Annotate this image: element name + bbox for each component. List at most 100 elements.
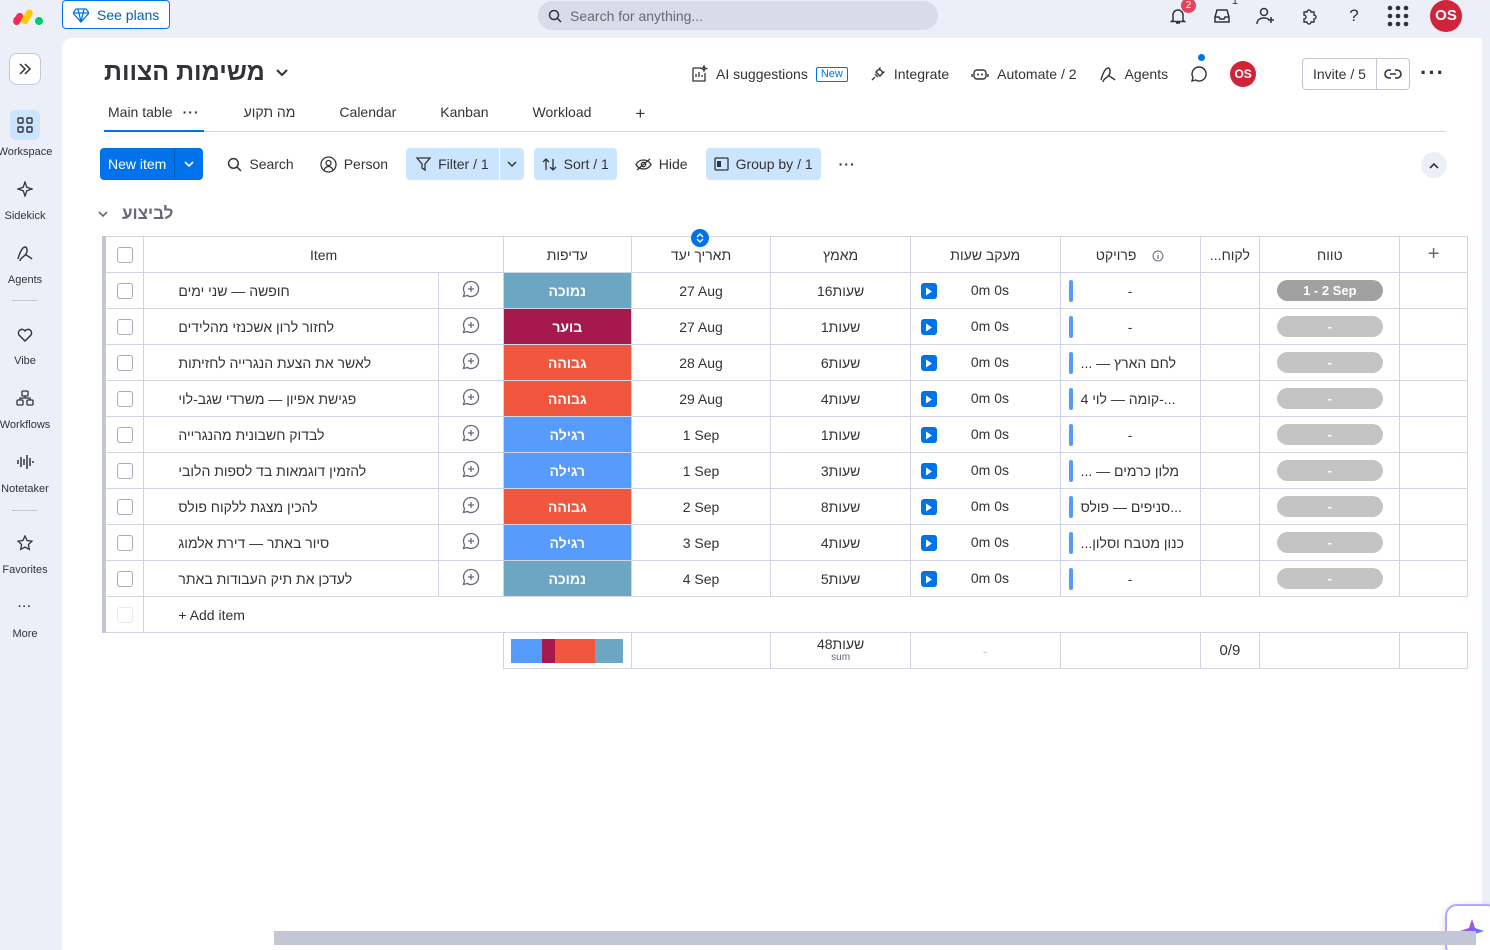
sort-indicator-icon[interactable] — [691, 229, 709, 247]
effort-cell[interactable]: 5שעות — [770, 560, 911, 597]
invite-members-icon[interactable] — [1254, 4, 1278, 28]
client-cell[interactable] — [1199, 488, 1261, 525]
table-row[interactable]: חופשה — שני ימים נמוכה 27 Aug 16שעות 0m 0s - 1… — [102, 272, 1468, 309]
due-date-cell[interactable]: 2 Sep — [630, 488, 772, 525]
client-cell[interactable] — [1199, 560, 1261, 597]
item-name-cell[interactable]: לבדוק חשבונית מהנגרייה — [143, 416, 440, 453]
time-tracking-cell[interactable]: 0m 0s — [909, 488, 1061, 525]
time-tracking-cell[interactable]: 0m 0s — [909, 560, 1061, 597]
tab-options-icon[interactable]: ··· — [183, 104, 200, 120]
priority-cell[interactable]: נמוכה — [502, 272, 632, 309]
row-checkbox[interactable] — [116, 355, 133, 372]
project-cell[interactable]: 4 קומה — לוי-... — [1059, 380, 1201, 417]
apps-puzzle-icon[interactable] — [1298, 4, 1322, 28]
sidebar-item-workflows[interactable]: Workflows — [0, 383, 50, 431]
item-name-cell[interactable]: סיור באתר — דירת אלמוג — [143, 524, 440, 561]
due-date-cell[interactable]: 4 Sep — [630, 560, 772, 597]
add-update-cell[interactable] — [438, 524, 504, 561]
info-icon[interactable] — [1152, 250, 1164, 262]
due-date-cell[interactable]: 1 Sep — [630, 452, 772, 489]
project-cell[interactable]: סניפים — פולס... — [1059, 488, 1201, 525]
effort-cell[interactable]: 1שעות — [770, 308, 911, 345]
due-date-cell[interactable]: 3 Sep — [630, 524, 772, 561]
priority-cell[interactable]: רגילה — [502, 524, 632, 561]
row-checkbox[interactable] — [116, 283, 133, 300]
group-by-button[interactable]: Group by / 1 — [705, 148, 821, 180]
play-icon[interactable] — [920, 535, 937, 552]
column-header-effort[interactable]: מאמץ — [770, 236, 911, 273]
filter-button[interactable]: Filter / 1 — [406, 148, 500, 180]
column-header-priority[interactable]: עדיפות — [502, 236, 632, 273]
effort-cell[interactable]: 8שעות — [770, 488, 911, 525]
tab-workload[interactable]: Workload — [529, 104, 596, 132]
project-cell[interactable]: ... — לחם הארץ — [1059, 344, 1201, 381]
new-item-button[interactable]: New item — [100, 148, 176, 180]
see-plans-button[interactable]: See plans — [62, 0, 171, 29]
invite-button[interactable]: Invite / 5 — [1303, 59, 1377, 89]
client-cell[interactable] — [1199, 272, 1261, 309]
table-row[interactable]: סיור באתר — דירת אלמוג רגילה 3 Sep 4שעות 0m … — [102, 524, 1468, 561]
project-cell[interactable]: - — [1059, 560, 1201, 597]
tab-kanban[interactable]: Kanban — [436, 104, 492, 132]
play-icon[interactable] — [920, 391, 937, 408]
due-date-cell[interactable]: 28 Aug — [630, 344, 772, 381]
copy-link-button[interactable] — [1377, 59, 1409, 89]
select-all-checkbox[interactable] — [116, 247, 133, 264]
table-row[interactable]: לאשר את הצעת הנגרייה לחזיתות גבוהה 28 Aug 6… — [102, 344, 1468, 381]
board-member-avatar[interactable]: OS — [1230, 61, 1257, 87]
range-cell[interactable]: - — [1259, 344, 1401, 381]
expand-sidebar-button[interactable] — [9, 53, 41, 85]
tab-calendar[interactable]: Calendar — [335, 104, 400, 132]
range-cell[interactable]: - — [1259, 452, 1401, 489]
priority-cell[interactable]: נמוכה — [502, 560, 632, 597]
sidebar-item-sidekick[interactable]: Sidekick — [0, 174, 50, 222]
priority-cell[interactable]: גבוהה — [502, 380, 632, 417]
item-name-cell[interactable]: לחזור לרון אשכנזי מהלידים — [143, 308, 440, 345]
item-name-cell[interactable]: פגישת אפיון — משרדי שגב-לוי — [143, 380, 440, 417]
item-name-cell[interactable]: להכין מצגת ללקוח פולס — [143, 488, 440, 525]
item-name-cell[interactable]: להזמין דוגמאות בד לספות הלובי — [143, 452, 440, 489]
time-tracking-cell[interactable]: 0m 0s — [909, 308, 1061, 345]
add-update-cell[interactable] — [438, 416, 504, 453]
priority-cell[interactable]: רגילה — [502, 416, 632, 453]
priority-cell[interactable]: רגילה — [502, 452, 632, 489]
add-update-cell[interactable] — [438, 488, 504, 525]
toolbar-more-icon[interactable]: ··· — [831, 148, 864, 180]
project-cell[interactable]: - — [1059, 308, 1201, 345]
horizontal-scrollbar[interactable] — [274, 931, 1476, 945]
range-cell[interactable]: - — [1259, 488, 1401, 525]
sidebar-item-favorites[interactable]: Favorites — [0, 528, 50, 576]
client-cell[interactable] — [1199, 452, 1261, 489]
play-icon[interactable] — [920, 427, 937, 444]
client-cell[interactable] — [1199, 308, 1261, 345]
play-icon[interactable] — [920, 283, 937, 300]
add-item-input[interactable]: + Add item — [143, 596, 1468, 633]
effort-cell[interactable]: 1שעות — [770, 416, 911, 453]
sidebar-item-vibe[interactable]: Vibe — [0, 319, 50, 367]
tab-stuck[interactable]: מה תקוע — [240, 104, 300, 132]
play-icon[interactable] — [920, 571, 937, 588]
priority-cell[interactable]: גבוהה — [502, 344, 632, 381]
add-update-cell[interactable] — [438, 272, 504, 309]
app-grid-icon[interactable] — [1386, 4, 1410, 28]
item-name-cell[interactable]: לעדכן את תיק העבודות באתר — [143, 560, 440, 597]
add-update-cell[interactable] — [438, 560, 504, 597]
effort-cell[interactable]: 4שעות — [770, 524, 911, 561]
tab-main-table[interactable]: Main table ··· — [104, 104, 204, 132]
due-date-cell[interactable]: 29 Aug — [630, 380, 772, 417]
board-more-menu-icon[interactable]: ··· — [1420, 60, 1445, 86]
column-header-range[interactable]: טווח — [1259, 236, 1401, 273]
add-update-cell[interactable] — [438, 380, 504, 417]
row-checkbox[interactable] — [116, 499, 133, 516]
priority-cell[interactable]: בוער — [502, 308, 632, 345]
range-cell[interactable]: - — [1259, 560, 1401, 597]
sidebar-item-workspace[interactable]: Workspace — [0, 110, 52, 158]
updates-button[interactable] — [1190, 65, 1208, 83]
project-cell[interactable]: ...כנון מטבח וסלון — [1059, 524, 1201, 561]
effort-cell[interactable]: 4שעות — [770, 380, 911, 417]
time-tracking-cell[interactable]: 0m 0s — [909, 272, 1061, 309]
search-button[interactable]: Search — [219, 148, 301, 180]
column-header-time-tracking[interactable]: מעקב שעות — [909, 236, 1061, 273]
group-header[interactable]: לביצוע — [98, 204, 173, 224]
sidebar-item-more[interactable]: ··· More — [0, 592, 50, 640]
